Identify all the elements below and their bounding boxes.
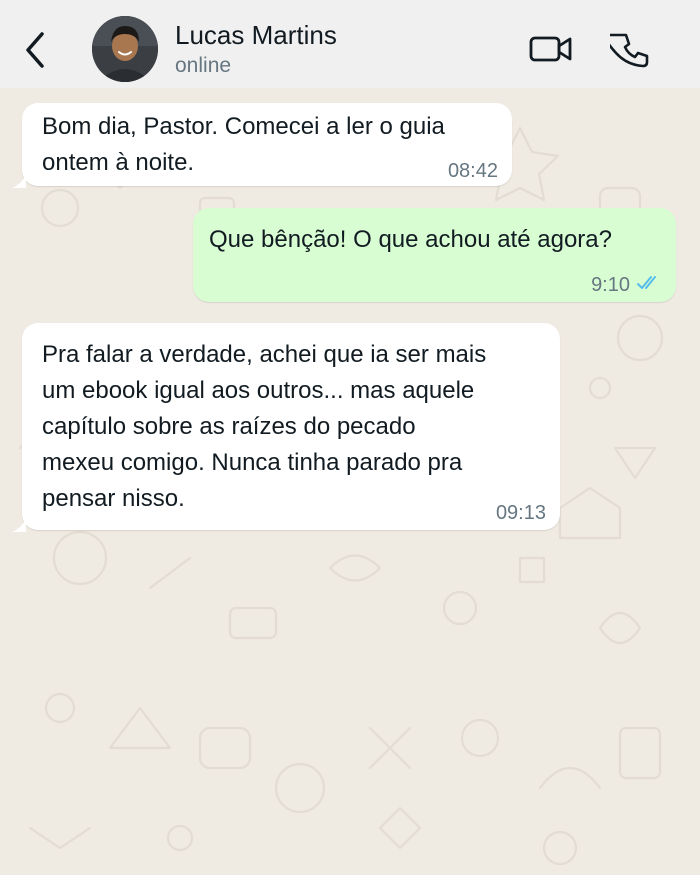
message-time: 08:42 — [447, 160, 498, 182]
message-text: Pra falar a verdade, achei que ia ser ma… — [42, 341, 487, 512]
message-bubble-outgoing[interactable]: Que bênção! O que achou até agora? 9:10 — [193, 208, 676, 302]
avatar[interactable] — [92, 16, 158, 82]
video-camera-icon — [529, 36, 572, 62]
chevron-left-icon — [26, 32, 44, 68]
phone-icon — [604, 33, 649, 68]
contact-name[interactable]: Lucas Martins — [175, 20, 337, 51]
video-call-button[interactable] — [528, 32, 574, 66]
voice-call-button[interactable] — [604, 30, 650, 70]
message-time: 9:10 — [591, 274, 630, 296]
contact-status: online — [175, 54, 232, 77]
message-bubble-incoming[interactable]: Bom dia, Pastor. Comecei a ler o guia on… — [22, 103, 512, 186]
message-time: 09:13 — [495, 502, 546, 524]
back-button[interactable] — [18, 26, 54, 74]
bubble-tail — [12, 174, 26, 188]
bubble-tail — [12, 518, 26, 532]
double-check-icon — [637, 276, 656, 289]
message-text: Que bênção! O que achou até agora? — [209, 226, 612, 253]
chat-header: Lucas Martins online — [0, 0, 700, 88]
message-text: Bom dia, Pastor. Comecei a ler o guia on… — [42, 113, 445, 176]
profile-photo — [92, 16, 158, 82]
message-bubble-incoming[interactable]: Pra falar a verdade, achei que ia ser ma… — [22, 323, 560, 530]
